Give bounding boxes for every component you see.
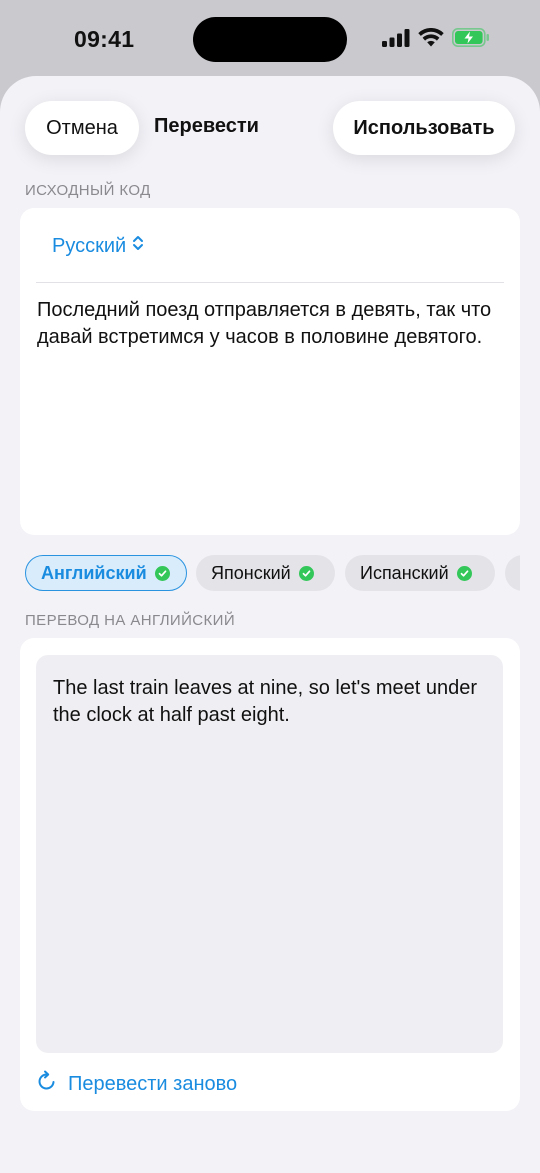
status-bar: 09:41 — [0, 0, 540, 78]
language-chip-label: Испанский — [360, 562, 449, 583]
language-chip-spanish[interactable]: Испанский — [345, 555, 495, 591]
translation-text: The last train leaves at nine, so let's … — [53, 677, 478, 726]
source-language-label: Русский — [52, 234, 127, 257]
source-card: Русский Последний поезд отправляется в д… — [20, 208, 520, 535]
sheet-title: Перевести — [154, 115, 259, 137]
wifi-icon — [418, 27, 444, 52]
language-chip-label: Японский — [211, 562, 291, 583]
arrow-clockwise-icon — [36, 1070, 58, 1098]
source-divider — [36, 282, 504, 283]
status-icons — [382, 27, 490, 52]
retranslate-button[interactable]: Перевести заново — [36, 1070, 237, 1098]
source-language-select[interactable]: Русский — [52, 234, 144, 258]
checkmark-circle-icon — [298, 565, 314, 581]
checkmark-circle-icon — [154, 565, 170, 581]
checkmark-circle-icon — [456, 565, 472, 581]
status-time: 09:41 — [74, 26, 135, 52]
language-chip-japanese[interactable]: Японский — [196, 555, 335, 591]
translation-result-box: The last train leaves at nine, so let's … — [36, 655, 503, 1053]
cancel-button[interactable]: Отмена — [25, 101, 139, 155]
use-button[interactable]: Использовать — [333, 101, 515, 155]
dynamic-island — [193, 17, 347, 62]
cellular-signal-icon — [382, 28, 410, 52]
chevron-up-down-icon — [132, 234, 144, 258]
target-language-chips: Английский Японский Испанский — [25, 555, 520, 592]
source-text[interactable]: Последний поезд отправляется в девять, т… — [37, 297, 497, 351]
retranslate-label: Перевести заново — [68, 1072, 238, 1095]
language-chip-more[interactable] — [505, 555, 520, 591]
language-chip-label: Английский — [41, 562, 147, 583]
language-chip-english[interactable]: Английский — [25, 555, 187, 591]
target-card: The last train leaves at nine, so let's … — [20, 638, 520, 1111]
target-section-label: ПЕРЕВОД НА АНГЛИЙСКИЙ — [25, 612, 236, 629]
source-section-label: ИСХОДНЫЙ КОД — [25, 182, 151, 199]
battery-charging-icon — [452, 28, 490, 52]
